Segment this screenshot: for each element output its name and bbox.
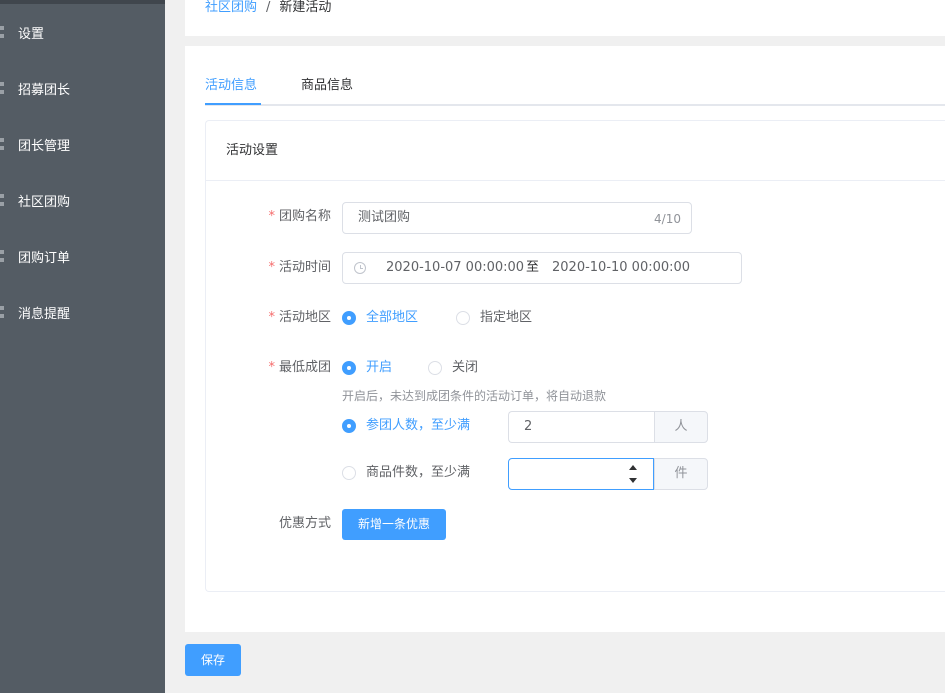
activity-settings-card: 活动设置 * 团购名称 测试团购 4/10 * 活动时间 2020-10-07 00… bbox=[205, 120, 945, 592]
radio-label: 指定地区 bbox=[480, 310, 533, 325]
sidebar-item-groupbuy-orders[interactable]: 团购订单 bbox=[0, 241, 165, 271]
time-label-text: 活动时间 bbox=[278, 260, 331, 275]
start-date[interactable]: 2020-10-07 00:00:00 bbox=[386, 259, 524, 277]
min-group-label-text: 最低成团 bbox=[278, 360, 331, 375]
date-range-picker[interactable]: 2020-10-07 00:00:00 至 2020-10-10 00:00:0… bbox=[342, 252, 742, 284]
min-group-hint: 开启后，未达到成团条件的活动订单，将自动退款 bbox=[342, 389, 607, 403]
breadcrumb: 社区团购 / 新建活动 bbox=[185, 0, 945, 36]
item-count-input[interactable] bbox=[508, 458, 654, 490]
menu-marker-icon bbox=[0, 250, 4, 262]
radio-specified-region[interactable]: 指定地区 bbox=[456, 308, 532, 328]
radio-rule-items[interactable]: 商品件数，至少满 bbox=[342, 463, 470, 483]
sidebar-item-label: 社区团购 bbox=[18, 194, 71, 210]
min-group-label: * 最低成团 bbox=[206, 358, 331, 378]
sidebar-item-label: 招募团长 bbox=[18, 82, 71, 98]
radio-checked-icon bbox=[342, 361, 356, 375]
people-unit: 人 bbox=[654, 411, 708, 443]
tab-activity-info[interactable]: 活动信息 bbox=[205, 76, 257, 96]
item-unit: 件 bbox=[654, 458, 708, 490]
tab-product-info[interactable]: 商品信息 bbox=[301, 76, 353, 96]
sidebar-item-community-groupbuy[interactable]: 社区团购 bbox=[0, 185, 165, 215]
sidebar-item-label: 消息提醒 bbox=[18, 306, 71, 322]
name-label: * 团购名称 bbox=[206, 207, 331, 227]
radio-checked-icon bbox=[342, 419, 356, 433]
groupbuy-name-value: 测试团购 bbox=[358, 210, 411, 225]
main-panel: 活动信息 商品信息 活动设置 * 团购名称 测试团购 4/10 * 活动时间 202… bbox=[185, 46, 945, 632]
required-mark: * bbox=[268, 310, 275, 325]
card-title: 活动设置 bbox=[206, 121, 945, 181]
radio-enable[interactable]: 开启 bbox=[342, 358, 392, 378]
required-mark: * bbox=[268, 360, 275, 375]
active-tab-indicator bbox=[205, 103, 261, 105]
region-label: * 活动地区 bbox=[206, 308, 331, 328]
char-count: 4/10 bbox=[654, 212, 681, 226]
add-discount-button[interactable]: 新增一条优惠 bbox=[342, 509, 446, 540]
clock-icon bbox=[354, 262, 366, 274]
radio-label: 关闭 bbox=[452, 360, 479, 375]
decrement-arrow-icon[interactable] bbox=[629, 478, 637, 483]
radio-checked-icon bbox=[342, 311, 356, 325]
breadcrumb-separator: / bbox=[266, 0, 271, 15]
radio-disable[interactable]: 关闭 bbox=[428, 358, 478, 378]
radio-label: 商品件数，至少满 bbox=[366, 465, 471, 480]
radio-label: 全部地区 bbox=[366, 310, 419, 325]
end-date[interactable]: 2020-10-10 00:00:00 bbox=[552, 259, 690, 277]
time-label: * 活动时间 bbox=[206, 258, 331, 278]
menu-marker-icon bbox=[0, 306, 4, 318]
radio-unchecked-icon bbox=[428, 361, 442, 375]
tab-bar: 活动信息 商品信息 bbox=[205, 76, 945, 106]
radio-unchecked-icon bbox=[342, 466, 356, 480]
people-count-value: 2 bbox=[524, 419, 533, 434]
radio-all-regions[interactable]: 全部地区 bbox=[342, 308, 418, 328]
radio-label: 开启 bbox=[366, 360, 393, 375]
radio-label: 参团人数，至少满 bbox=[366, 418, 471, 433]
sidebar-item-label: 设置 bbox=[18, 26, 45, 42]
discount-label: 优惠方式 bbox=[278, 516, 331, 531]
menu-marker-icon bbox=[0, 82, 4, 94]
sidebar-item-label: 团购订单 bbox=[18, 250, 71, 266]
menu-marker-icon bbox=[0, 138, 4, 150]
menu-marker-icon bbox=[0, 26, 4, 38]
radio-unchecked-icon bbox=[456, 311, 470, 325]
sidebar-item-settings[interactable]: 设置 bbox=[0, 17, 165, 47]
increment-arrow-icon[interactable] bbox=[629, 465, 637, 470]
breadcrumb-current: 新建活动 bbox=[279, 0, 332, 15]
sidebar-item-leader-management[interactable]: 团长管理 bbox=[0, 129, 165, 159]
radio-rule-people[interactable]: 参团人数，至少满 bbox=[342, 416, 470, 436]
sidebar-top-divider bbox=[0, 0, 165, 4]
required-mark: * bbox=[268, 260, 275, 275]
name-label-text: 团购名称 bbox=[278, 209, 331, 224]
range-separator: 至 bbox=[526, 260, 540, 275]
groupbuy-name-input[interactable]: 测试团购 4/10 bbox=[342, 202, 692, 234]
people-count-group: 2 人 bbox=[508, 411, 708, 443]
required-mark: * bbox=[268, 209, 275, 224]
sidebar-item-label: 团长管理 bbox=[18, 138, 71, 154]
menu-marker-icon bbox=[0, 194, 4, 206]
people-count-input[interactable]: 2 bbox=[508, 411, 654, 443]
region-label-text: 活动地区 bbox=[278, 310, 331, 325]
sidebar-item-message-reminder[interactable]: 消息提醒 bbox=[0, 297, 165, 327]
save-button[interactable]: 保存 bbox=[185, 644, 241, 676]
sidebar: 设置 招募团长 团长管理 社区团购 团购订单 消息提醒 bbox=[0, 0, 165, 693]
sidebar-item-recruit-leader[interactable]: 招募团长 bbox=[0, 73, 165, 103]
breadcrumb-parent-link[interactable]: 社区团购 bbox=[205, 0, 257, 16]
item-count-group: 件 bbox=[508, 458, 708, 490]
